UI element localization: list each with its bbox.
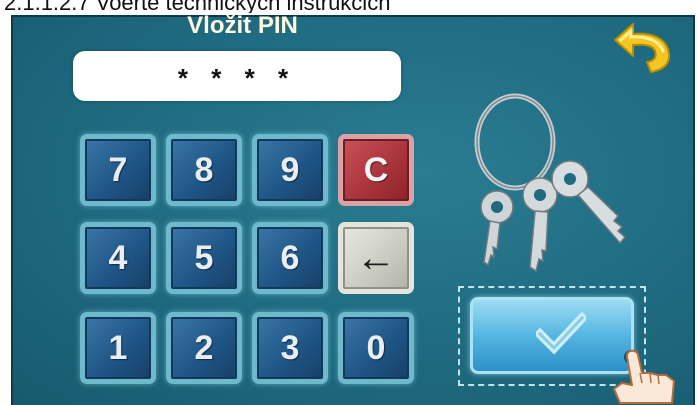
key-2[interactable]: 2 — [166, 312, 242, 384]
key-7[interactable]: 7 — [80, 134, 156, 206]
key-6[interactable]: 6 — [252, 222, 328, 294]
back-arrow-icon[interactable] — [607, 18, 677, 78]
key-9[interactable]: 9 — [252, 134, 328, 206]
key-0[interactable]: 0 — [338, 312, 414, 384]
key-4[interactable]: 4 — [80, 222, 156, 294]
key-5[interactable]: 5 — [166, 222, 242, 294]
pin-title: Vložit PIN — [187, 12, 298, 39]
pointing-hand-icon — [613, 349, 675, 404]
backspace-icon: ← — [356, 236, 396, 280]
key-1[interactable]: 1 — [80, 312, 156, 384]
backspace-button[interactable]: ← — [338, 222, 414, 294]
checkmark-icon — [536, 312, 586, 355]
keys-icon — [474, 93, 627, 273]
key-8[interactable]: 8 — [166, 134, 242, 206]
clear-button[interactable]: C — [338, 134, 414, 206]
pin-display-field[interactable]: * * * * — [73, 51, 401, 101]
key-3[interactable]: 3 — [252, 312, 328, 384]
